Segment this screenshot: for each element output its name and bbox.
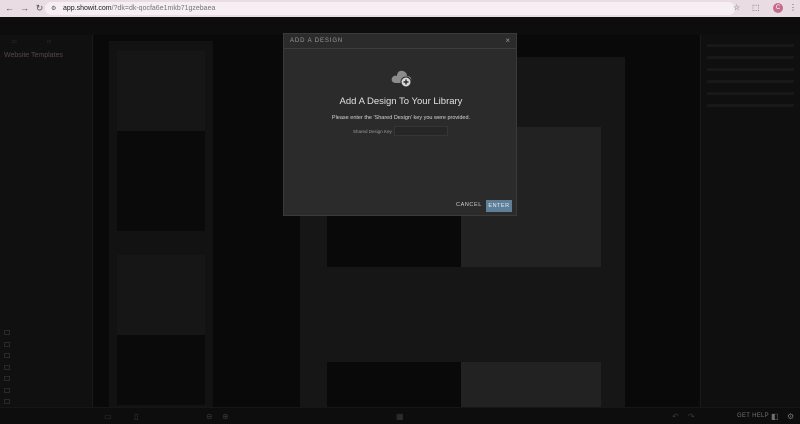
browser-menu-icon[interactable]: ⋮ bbox=[789, 3, 797, 12]
enter-button[interactable]: ENTER bbox=[486, 200, 512, 212]
dialog-description: Please enter the 'Shared Design' key you… bbox=[331, 115, 471, 121]
url-host: app.showit.com bbox=[63, 5, 112, 12]
reload-icon[interactable]: ↻ bbox=[34, 3, 45, 14]
back-icon[interactable]: ← bbox=[4, 3, 15, 14]
forward-icon[interactable]: → bbox=[19, 3, 30, 14]
cloud-add-icon bbox=[391, 70, 412, 88]
site-info-icon[interactable]: ⚙ bbox=[51, 5, 58, 12]
browser-toolbar: ← → ↻ ⚙ app.showit.com /?dk=dk-qocfa6e1m… bbox=[0, 0, 800, 17]
url-path: /?dk=dk-qocfa6e1mkb71gzebaea bbox=[111, 5, 216, 12]
dialog-heading: Add A Design To Your Library bbox=[339, 96, 463, 107]
close-icon[interactable]: × bbox=[505, 37, 510, 45]
shared-design-key-label: Shared Design Key bbox=[353, 129, 392, 134]
dialog-header: ADD A DESIGN bbox=[284, 34, 516, 49]
star-icon[interactable]: ☆ bbox=[733, 3, 740, 12]
extensions-icon[interactable]: ⬚ bbox=[752, 3, 760, 12]
shared-design-key-input[interactable] bbox=[394, 126, 448, 136]
cancel-button[interactable]: CANCEL bbox=[456, 202, 482, 208]
dialog-title: ADD A DESIGN bbox=[290, 38, 344, 44]
add-design-dialog: ADD A DESIGN × Add A Design To Your Libr… bbox=[283, 33, 517, 216]
address-bar[interactable]: ⚙ app.showit.com /?dk=dk-qocfa6e1mkb71gz… bbox=[45, 2, 735, 15]
avatar[interactable]: C bbox=[773, 3, 783, 13]
